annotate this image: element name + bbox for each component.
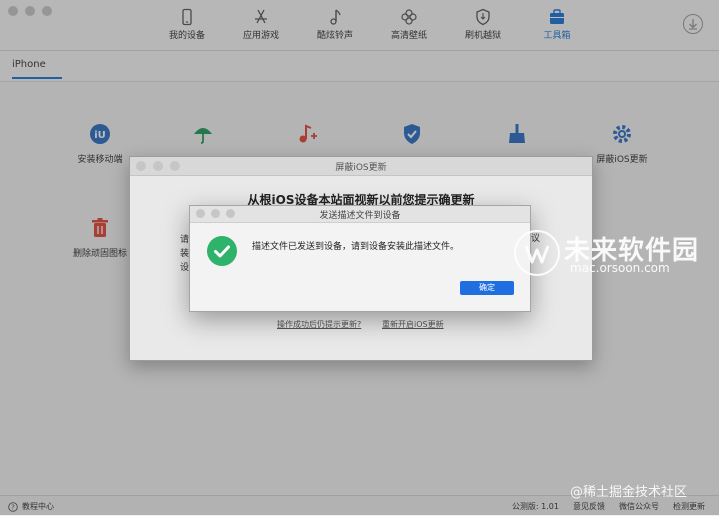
window-title: 屏蔽iOS更新 xyxy=(335,163,387,173)
window-titlebar: 屏蔽iOS更新 xyxy=(130,157,592,176)
reenable-update-link[interactable]: 重新开启iOS更新 xyxy=(382,319,444,330)
dialog-titlebar: 发送描述文件到设备 xyxy=(190,206,530,223)
watermark-subtitle: mac.orsoon.com xyxy=(570,261,670,275)
still-prompted-link[interactable]: 操作成功后仍提示更新? xyxy=(277,319,361,330)
dialog-title: 发送描述文件到设备 xyxy=(319,211,401,221)
juejin-watermark: @稀土掘金技术社区 xyxy=(570,485,688,500)
watermark-emblem-icon xyxy=(514,230,560,276)
success-check-icon xyxy=(207,236,237,266)
ok-button[interactable]: 确定 xyxy=(460,281,514,295)
dialog-message: 描述文件已发送到设备，请到设备安装此描述文件。 xyxy=(252,242,460,252)
send-profile-dialog: 发送描述文件到设备 描述文件已发送到设备，请到设备安装此描述文件。 确定 xyxy=(189,205,531,312)
